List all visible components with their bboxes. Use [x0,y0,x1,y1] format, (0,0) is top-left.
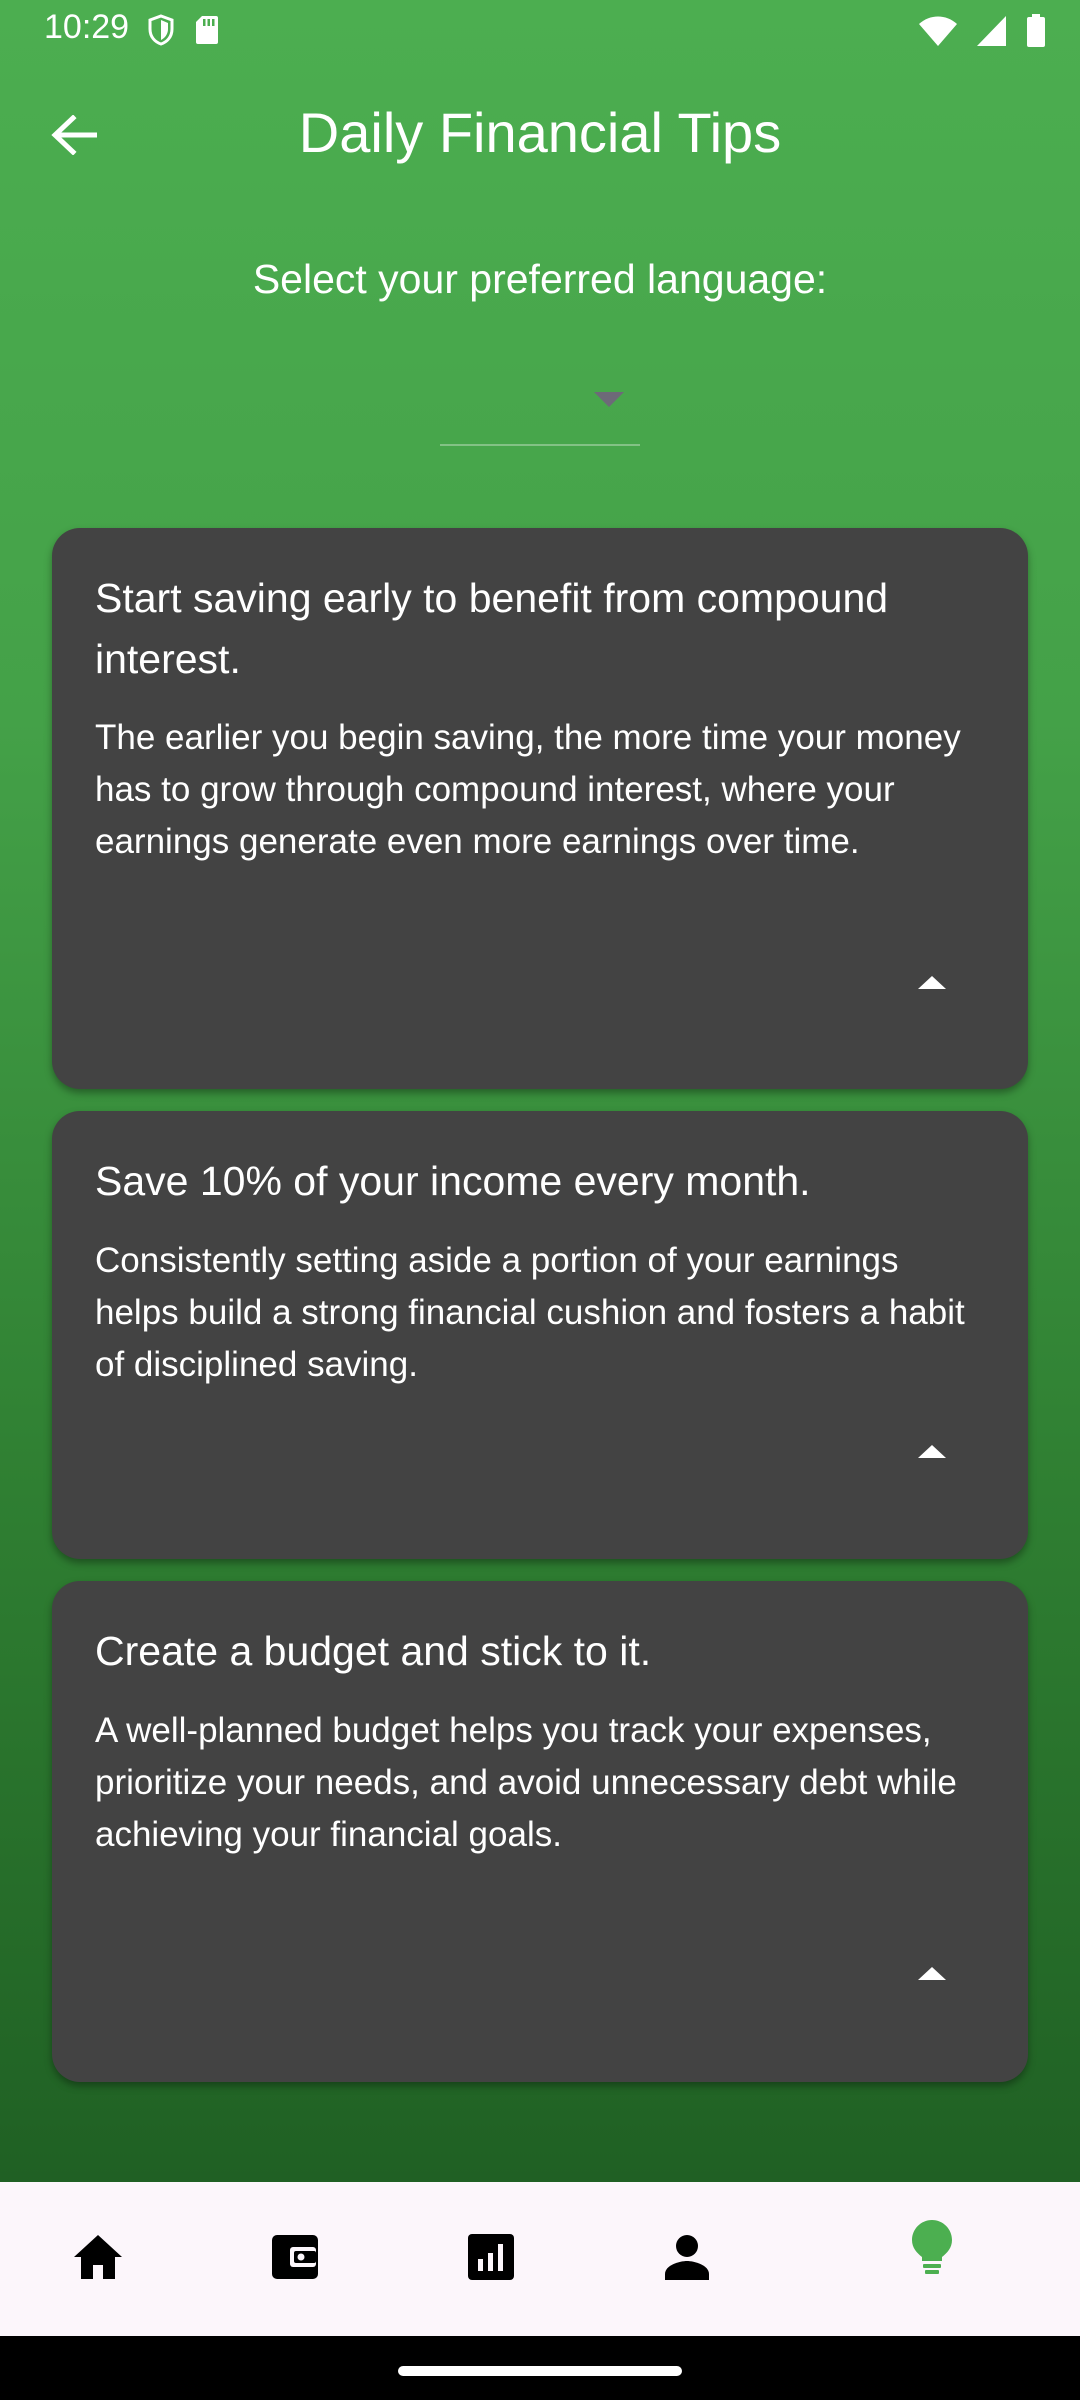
arrow-drop-up-icon[interactable] [918,1445,946,1458]
chart-icon [467,2233,515,2286]
tip-body: Consistently setting aside a portion of … [95,1241,965,1384]
tip-card[interactable]: Create a budget and stick to it. A well-… [52,1581,1028,2082]
wallet-icon [270,2233,320,2286]
battery-icon [1026,14,1046,48]
lightbulb-icon [911,2219,953,2280]
page-title: Daily Financial Tips [298,101,782,164]
shield-icon [148,14,174,46]
tip-card[interactable]: Save 10% of your income every month. Con… [52,1111,1028,1559]
tip-card[interactable]: Start saving early to benefit from compo… [52,528,1028,1089]
nav-profile[interactable] [617,2182,757,2336]
tip-body: A well-planned budget helps you track yo… [95,1711,957,1854]
tip-body: The earlier you begin saving, the more t… [95,718,961,861]
arrow-drop-up-icon[interactable] [918,976,946,989]
wifi-icon [918,15,958,47]
status-right-icons [918,14,1046,48]
app-bar: Daily Financial Tips [0,70,1080,200]
home-icon [72,2233,124,2286]
dropdown-arrow-icon [594,392,624,407]
status-bar: 10:29 [0,0,1080,62]
tip-title: Start saving early to benefit from compo… [95,575,889,682]
language-label: Select your preferred language: [252,256,828,302]
person-icon [664,2234,710,2285]
arrow-drop-up-icon[interactable] [918,1967,946,1980]
tip-title: Create a budget and stick to it. [95,1628,652,1674]
bottom-navigation [0,2182,1080,2336]
tip-title: Save 10% of your income every month. [95,1158,811,1204]
nav-stats[interactable] [421,2182,561,2336]
home-gesture-handle[interactable] [398,2366,682,2376]
status-left-icons [148,14,220,46]
nav-tips[interactable] [862,2182,1002,2336]
nav-home[interactable] [28,2182,168,2336]
sd-card-icon [194,14,220,46]
status-time: 10:29 [44,8,130,46]
nav-wallet[interactable] [225,2182,365,2336]
signal-icon [976,15,1008,47]
language-dropdown[interactable] [440,372,640,446]
